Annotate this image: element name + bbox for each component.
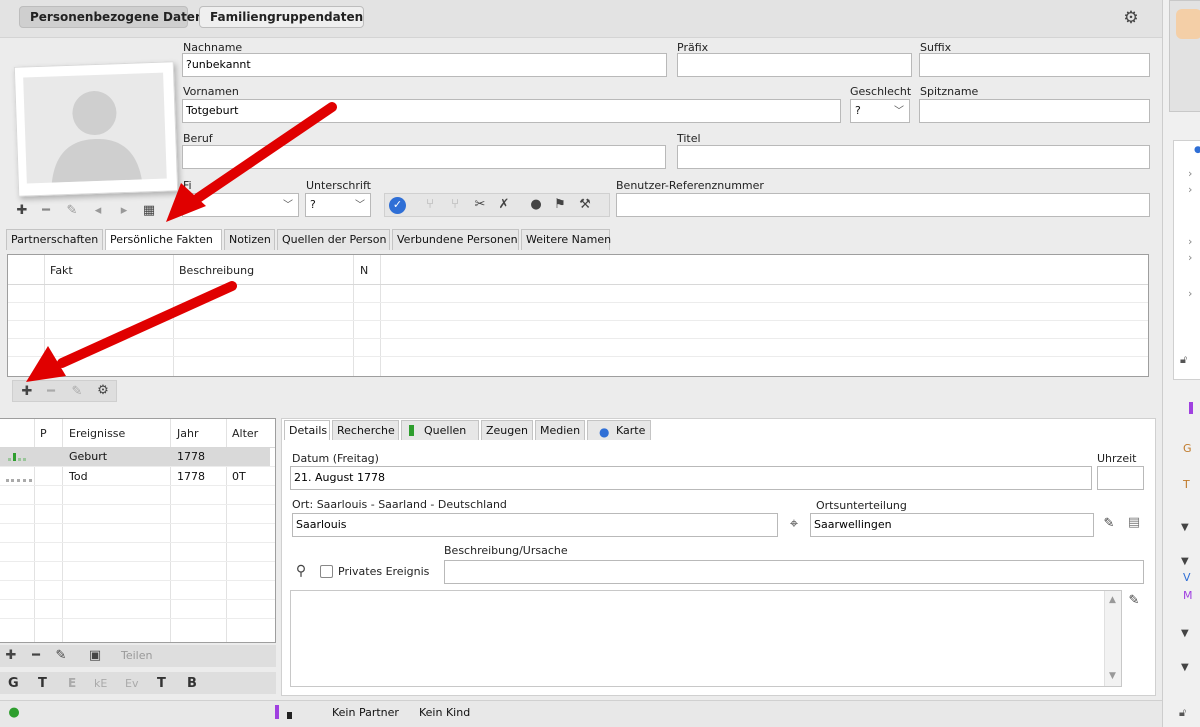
annotation-arrow-tab <box>166 102 337 222</box>
annotation-arrows <box>26 102 337 382</box>
annotation-arrow-add-button <box>26 281 237 382</box>
